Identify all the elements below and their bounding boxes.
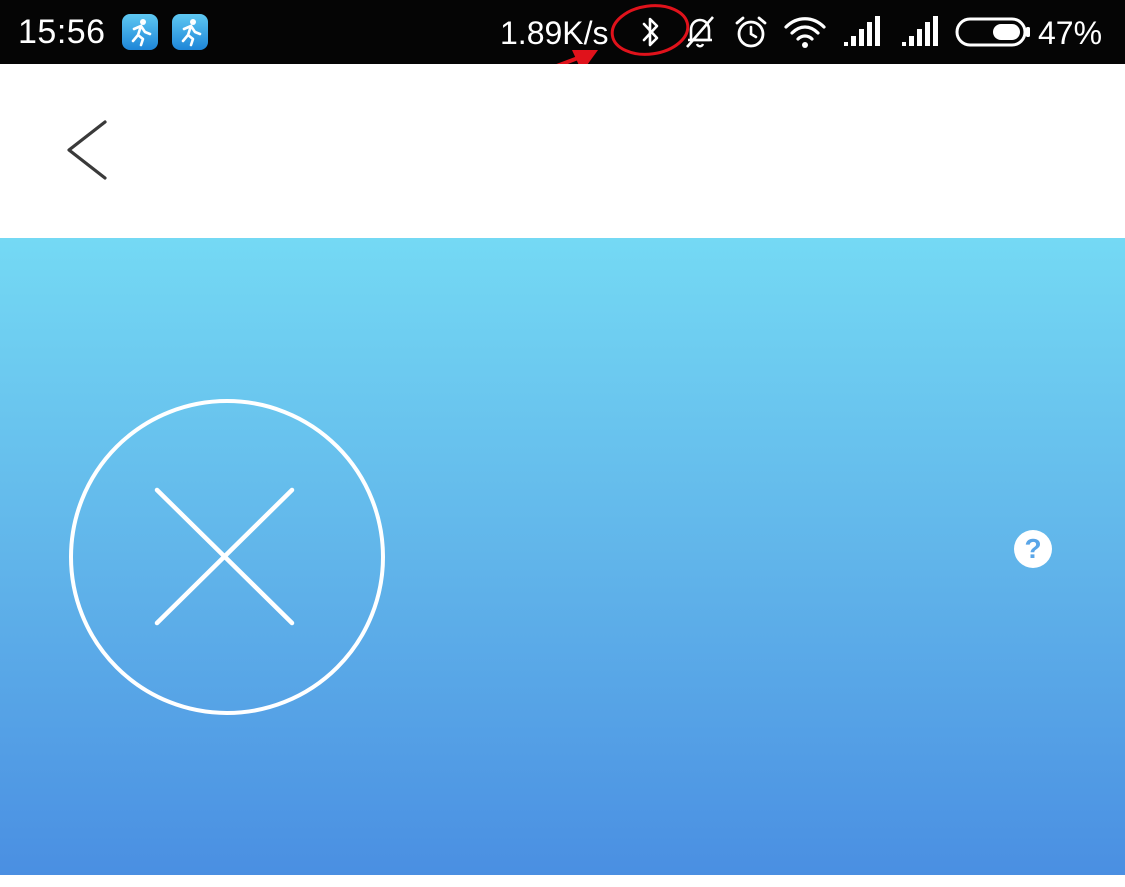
alarm-icon: [735, 16, 767, 48]
help-button[interactable]: ?: [1014, 530, 1052, 568]
app-icon: [172, 14, 208, 50]
signal-icon: [902, 16, 938, 46]
network-speed: 1.89K/s: [500, 15, 609, 51]
back-button[interactable]: [48, 104, 128, 194]
chevron-left-icon: [67, 120, 107, 180]
status-bar: 15:56 1.89K/s 47%: [0, 0, 1125, 64]
status-hero: ?: [0, 238, 1125, 875]
help-icon: ?: [1024, 533, 1042, 564]
status-time: 15:56: [18, 13, 106, 51]
bluetooth-icon: [642, 17, 659, 47]
wifi-icon: [784, 17, 826, 48]
close-circle-icon: [69, 399, 385, 715]
phone-screen: 15:56 1.89K/s 47% ?: [0, 0, 1125, 887]
battery-icon: [955, 17, 1030, 47]
app-icon: [122, 14, 158, 50]
bottom-divider: [0, 875, 1125, 887]
notifications-off-icon: [686, 16, 714, 48]
battery-percent: 47%: [1038, 15, 1103, 51]
nav-bar: [0, 64, 1125, 238]
signal-icon: [844, 16, 880, 46]
